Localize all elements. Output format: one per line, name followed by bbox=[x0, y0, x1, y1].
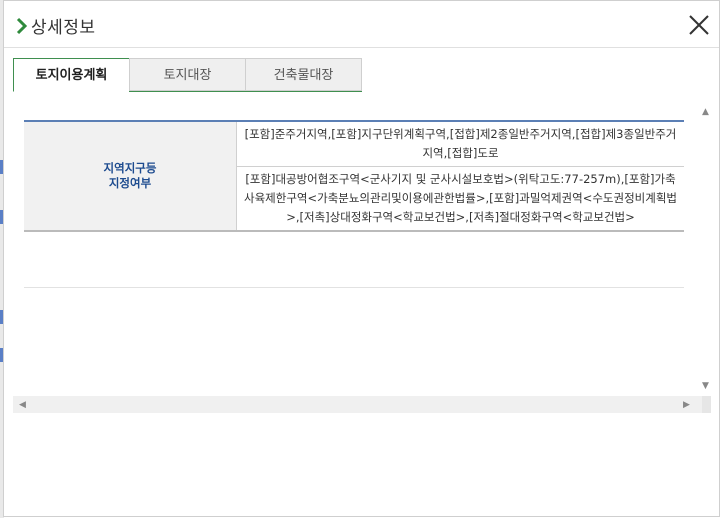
zone-designation-header: 지역지구등 지정여부 bbox=[24, 120, 237, 232]
scroll-up-arrow[interactable]: ▲ bbox=[702, 107, 709, 117]
tab-building-register[interactable]: 건축물대장 bbox=[245, 58, 362, 91]
header-line-2: 지정여부 bbox=[108, 176, 152, 190]
tab-underline bbox=[129, 91, 362, 92]
tab-land-use-plan[interactable]: 토지이용계획 bbox=[13, 58, 130, 92]
dialog-header: 상세정보 bbox=[4, 1, 719, 48]
chevron-right-icon bbox=[16, 17, 28, 34]
scroll-right-arrow[interactable]: ▶ bbox=[683, 400, 690, 410]
zone-value-row-1: [포함]준주거지역,[포함]지구단위계획구역,[접합]제2종일반주거지역,[접합… bbox=[236, 120, 684, 167]
content-divider bbox=[24, 287, 684, 288]
tab-land-register[interactable]: 토지대장 bbox=[129, 58, 246, 91]
scroll-down-arrow[interactable]: ▼ bbox=[702, 381, 709, 391]
scrollbar-corner bbox=[702, 396, 711, 413]
content-panel: 지역지구등 지정여부 [포함]준주거지역,[포함]지구단위계획구역,[접합]제2… bbox=[13, 102, 711, 413]
detail-dialog: 상세정보 토지이용계획 토지대장 건축물대장 지역지구등 지정여부 [포함]준주… bbox=[3, 0, 720, 517]
header-line-1: 지역지구등 bbox=[103, 161, 157, 175]
tab-bar: 토지이용계획 토지대장 건축물대장 bbox=[13, 58, 362, 92]
scroll-left-arrow[interactable]: ◀ bbox=[19, 400, 26, 410]
zone-value-row-2: [포함]대공방어협조구역<군사기지 및 군사시설보호법>(위탁고도:77-257… bbox=[236, 166, 684, 232]
close-icon[interactable] bbox=[687, 13, 711, 37]
dialog-title: 상세정보 bbox=[31, 18, 96, 38]
horizontal-scrollbar[interactable]: ◀ ▶ bbox=[13, 396, 702, 413]
vertical-scrollbar[interactable]: ▲ ▼ bbox=[702, 102, 711, 396]
dialog-title-wrap: 상세정보 bbox=[16, 13, 96, 38]
land-use-table: 지역지구등 지정여부 [포함]준주거지역,[포함]지구단위계획구역,[접합]제2… bbox=[24, 120, 684, 232]
